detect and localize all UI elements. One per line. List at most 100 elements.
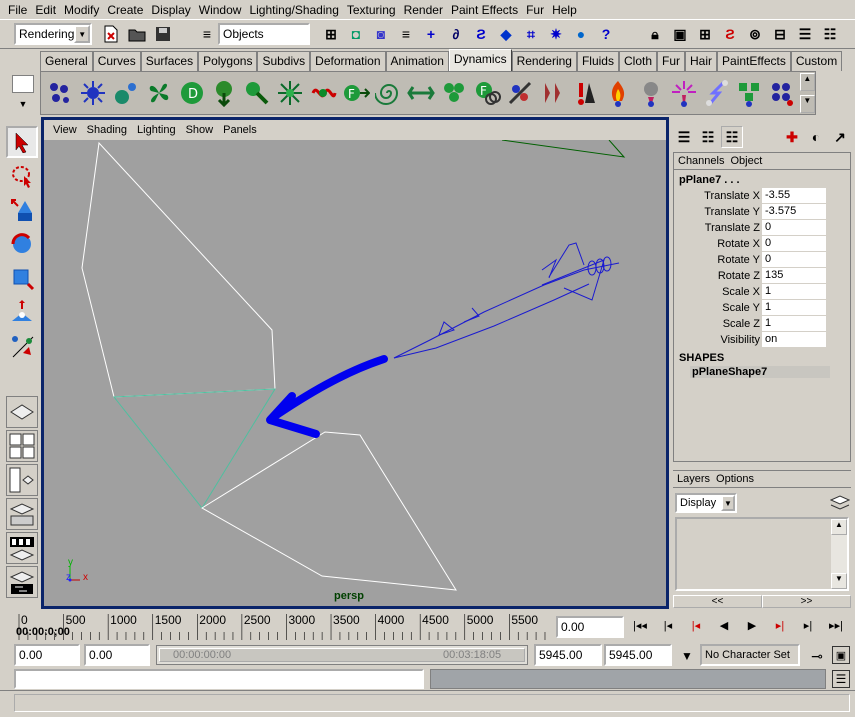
playback-end-field[interactable]: 5945.00 <box>534 644 602 666</box>
plus-icon[interactable]: + <box>420 23 442 45</box>
render-view-icon[interactable]: ⊞ <box>694 23 716 45</box>
channel-label[interactable]: Visibility <box>674 334 762 346</box>
snap-point-icon[interactable]: Ƨ <box>470 23 492 45</box>
shelf-tab-deformation[interactable]: Deformation <box>310 51 386 71</box>
viewport-menu-shading[interactable]: Shading <box>82 124 132 136</box>
sphere-icon[interactable]: ● <box>570 23 592 45</box>
menu-texturing[interactable]: Texturing <box>343 3 400 17</box>
channel-value[interactable]: 1 <box>762 300 826 316</box>
channel-box-menu-channels[interactable]: Channels <box>678 155 724 167</box>
last-used-tool-icon[interactable] <box>6 330 38 362</box>
viewport-menu-show[interactable]: Show <box>181 124 219 136</box>
shelf-tab-rendering[interactable]: Rendering <box>511 51 577 71</box>
turbulence-field-icon[interactable] <box>308 76 339 110</box>
channel-value[interactable]: 1 <box>762 316 826 332</box>
go-to-end-icon[interactable]: ▸▸| <box>824 614 848 636</box>
layer-scrollbar[interactable]: ▲ ▼ <box>831 519 847 589</box>
emit-from-object-icon[interactable] <box>111 76 142 110</box>
viewport-menu-lighting[interactable]: Lighting <box>132 124 181 136</box>
channel-label[interactable]: Rotate Y <box>674 254 762 266</box>
component-type-icon[interactable]: ◙ <box>370 23 392 45</box>
shelf-tab-animation[interactable]: Animation <box>385 51 449 71</box>
layer-mode-dropdown[interactable]: Display ▼ <box>675 493 737 513</box>
shelf-tab-fluids[interactable]: Fluids <box>576 51 619 71</box>
attribute-editor-icon[interactable]: ☷ <box>819 23 841 45</box>
open-scene-icon[interactable] <box>126 23 148 45</box>
channel-value[interactable]: on <box>762 332 826 348</box>
shelf-tab-subdivs[interactable]: Subdivs <box>257 51 311 71</box>
channel-value[interactable]: -3.55 <box>762 188 826 204</box>
newton-field-icon[interactable] <box>242 76 273 110</box>
uniform-field-icon[interactable]: F <box>340 76 371 110</box>
chevron-down-icon[interactable]: ▼ <box>676 646 698 666</box>
shelf-menu-button[interactable] <box>12 75 34 93</box>
viewport-menu-panels[interactable]: Panels <box>218 124 262 136</box>
drag-field-icon[interactable]: D <box>176 76 207 110</box>
plane-upper[interactable] <box>81 141 276 398</box>
shading-icon[interactable]: ◐ <box>805 126 827 148</box>
layer-menu-options[interactable]: Options <box>716 473 754 485</box>
move-tool-icon[interactable] <box>6 194 38 226</box>
layer-nav-right-button[interactable]: >> <box>762 595 851 608</box>
menu-help[interactable]: Help <box>548 3 581 17</box>
menu-fur[interactable]: Fur <box>522 3 548 17</box>
lock-icon[interactable]: ≡ <box>395 23 417 45</box>
play-backwards-icon[interactable]: ◀ <box>712 614 736 636</box>
passive-body-icon[interactable] <box>537 76 568 110</box>
jet-wireframe[interactable] <box>393 242 620 359</box>
air-field-icon[interactable] <box>143 76 174 110</box>
plane-selected-pplane7[interactable] <box>113 388 276 509</box>
shelf-tab-curves[interactable]: Curves <box>92 51 141 71</box>
manipulator-tool-icon[interactable] <box>6 296 38 328</box>
lasso-tool-icon[interactable] <box>6 160 38 192</box>
current-frame-field[interactable]: 0.00 <box>556 616 624 638</box>
step-forward-key-icon[interactable]: ▸| <box>796 614 820 636</box>
character-set-field[interactable]: No Character Set <box>700 644 800 666</box>
particle-tool-icon[interactable] <box>45 76 76 110</box>
time-slider[interactable]: 0 500 1000 1500 2000 2500 3000 3500 4000 4500 5000… <box>14 610 550 642</box>
shelf-tab-dynamics[interactable]: Dynamics <box>448 49 512 71</box>
channel-layer-mode-icon[interactable]: ☷ <box>721 126 743 148</box>
channel-label[interactable]: Translate Y <box>674 206 762 218</box>
menu-modify[interactable]: Modify <box>60 3 103 17</box>
layer-nav-left-button[interactable]: << <box>673 595 762 608</box>
curve-flow-icon[interactable] <box>767 76 798 110</box>
select-tool-icon[interactable] <box>6 126 38 158</box>
channel-value[interactable]: 0 <box>762 252 826 268</box>
snap-view-icon[interactable]: ◆ <box>495 23 517 45</box>
manipulator-icon[interactable]: ✚ <box>781 126 803 148</box>
ipr-icon[interactable]: ⊚ <box>744 23 766 45</box>
channel-label[interactable]: Translate Z <box>674 222 762 234</box>
volume-axis-field-icon[interactable] <box>406 76 437 110</box>
channel-box-mode-icon[interactable]: ☰ <box>673 126 695 148</box>
channel-label[interactable]: Scale Y <box>674 302 762 314</box>
shelf-tab-painteffects[interactable]: PaintEffects <box>717 51 791 71</box>
shelf-tab-fur[interactable]: Fur <box>657 51 685 71</box>
shape-name[interactable]: pPlaneShape7 <box>690 366 830 378</box>
menu-display[interactable]: Display <box>147 3 194 17</box>
menu-window[interactable]: Window <box>195 3 246 17</box>
hypershade-layout-icon[interactable] <box>6 532 38 564</box>
channel-label[interactable]: Scale Z <box>674 318 762 330</box>
arrow-icon[interactable]: ↗ <box>829 126 851 148</box>
playback-start-field[interactable]: 0.00 <box>84 644 150 666</box>
graph-layout-icon[interactable] <box>6 498 38 530</box>
fire-effect-icon[interactable] <box>603 76 634 110</box>
chevron-up-icon[interactable]: ▲ <box>799 73 816 91</box>
shatter-effect-icon[interactable] <box>734 76 765 110</box>
key-icon[interactable]: ⊸ <box>806 646 828 666</box>
selection-mask-field[interactable]: Objects <box>218 23 310 45</box>
plane-lower[interactable] <box>201 431 457 591</box>
menu-lighting-shading[interactable]: Lighting/Shading <box>245 3 342 17</box>
constraint-icon[interactable] <box>570 76 601 110</box>
rigid-body-icon[interactable] <box>504 76 535 110</box>
chevron-down-icon[interactable]: ▼ <box>799 95 816 113</box>
chevron-down-icon[interactable]: ▼ <box>12 95 34 113</box>
history-icon[interactable]: ▣ <box>669 23 691 45</box>
new-scene-icon[interactable] <box>100 23 122 45</box>
menu-render[interactable]: Render <box>400 3 447 17</box>
menu-file[interactable]: File <box>4 3 31 17</box>
field-rotate-icon[interactable]: F <box>472 76 503 110</box>
channel-value[interactable]: -3.575 <box>762 204 826 220</box>
fireworks-effect-icon[interactable] <box>668 76 699 110</box>
